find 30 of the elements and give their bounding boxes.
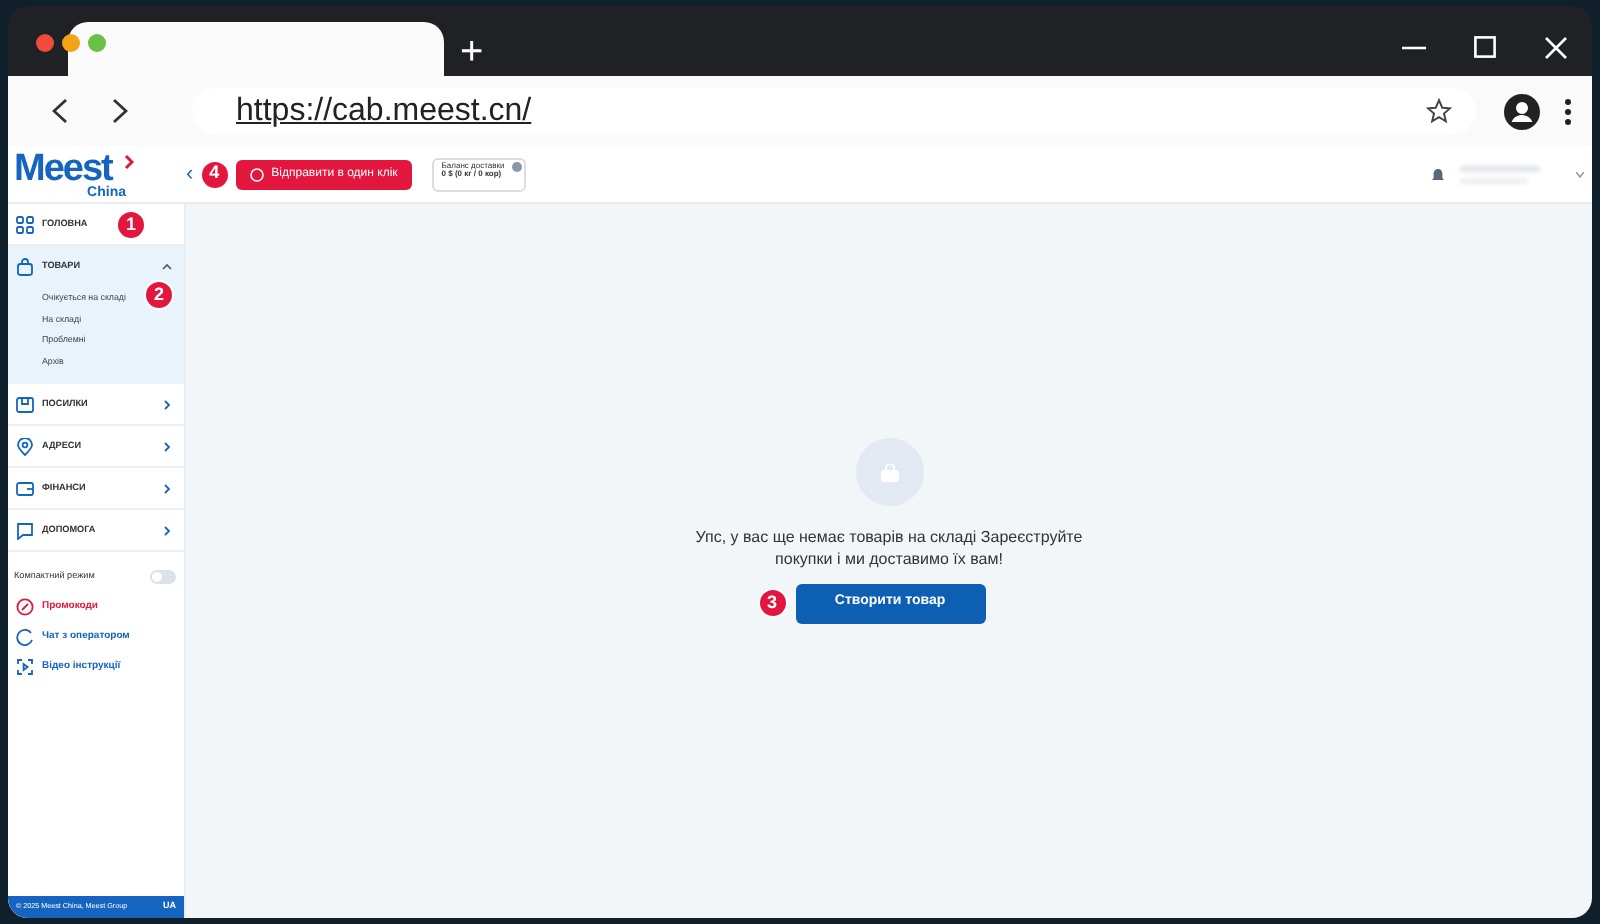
more-icon[interactable] xyxy=(1564,97,1572,125)
address-bar[interactable]: https://cab.meest.cn/ xyxy=(192,88,1476,134)
bell-icon[interactable] xyxy=(1432,167,1444,181)
empty-message: Упс, у вас ще немає товарів на складі Зареєструйте покупки і ми доставимо їх вам! xyxy=(693,528,1085,572)
info-icon[interactable] xyxy=(512,161,523,171)
video-icon xyxy=(16,658,34,677)
close-window-dot[interactable] xyxy=(36,34,54,52)
new-tab-button[interactable]: + xyxy=(444,32,500,72)
forward-icon[interactable] xyxy=(112,98,128,124)
step-marker: 1 xyxy=(116,210,146,240)
bag-icon xyxy=(879,463,899,481)
percent-icon xyxy=(16,598,34,617)
star-icon[interactable] xyxy=(1426,98,1452,124)
chat-bubble-icon xyxy=(16,521,34,540)
grid-icon xyxy=(16,215,34,233)
minimize-window-dot[interactable] xyxy=(62,34,80,52)
box-icon xyxy=(16,395,34,414)
profile-icon[interactable] xyxy=(1504,93,1540,129)
caret-icon[interactable] xyxy=(1576,171,1584,177)
collapse-button[interactable]: ‹ xyxy=(186,163,194,185)
step-marker: 4 xyxy=(199,159,230,189)
step-marker: 2 xyxy=(144,280,174,310)
maximize-icon[interactable] xyxy=(1474,36,1496,58)
back-icon[interactable] xyxy=(52,98,68,124)
location-pin-icon xyxy=(16,437,34,456)
wallet-icon xyxy=(16,479,34,498)
close-icon[interactable] xyxy=(1544,35,1568,59)
bag-icon xyxy=(16,258,34,276)
step-marker: 3 xyxy=(757,588,787,619)
compact-mode-toggle[interactable] xyxy=(150,570,176,585)
